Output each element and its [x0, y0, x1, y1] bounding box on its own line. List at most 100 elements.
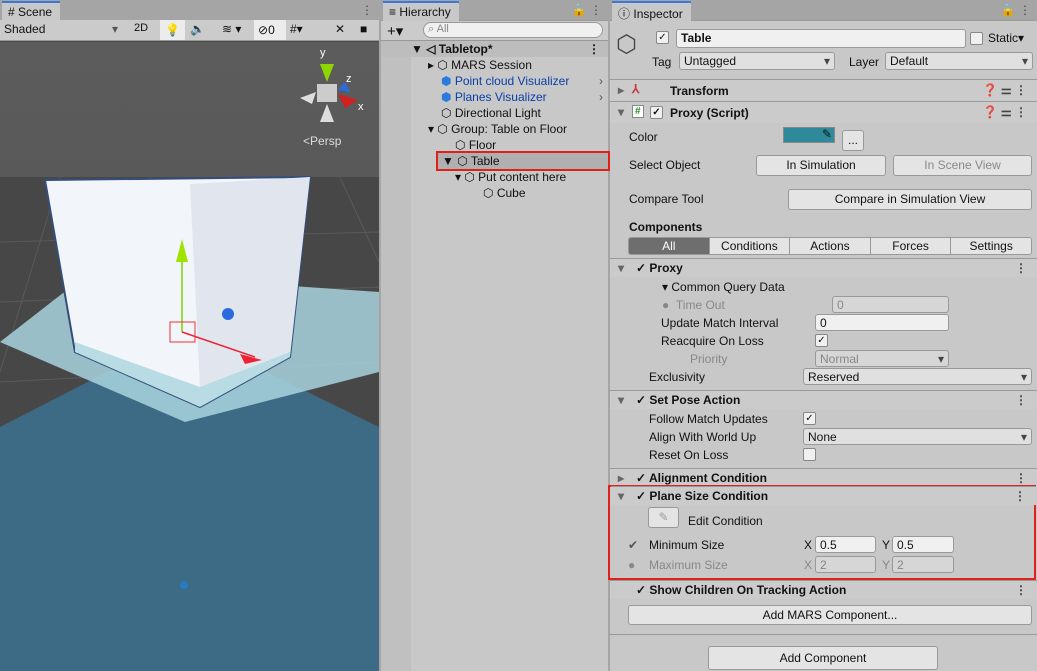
update-interval-label: Update Match Interval	[661, 316, 778, 330]
scene-viewport[interactable]: y z x <Persp	[0, 42, 379, 671]
add-button[interactable]: +▾	[387, 22, 403, 40]
max-size-dot-icon[interactable]: ●	[628, 558, 635, 572]
transform-icon: ⅄	[632, 82, 639, 96]
grid-snap-icon[interactable]: #▾	[290, 22, 303, 36]
filter-conditions[interactable]: Conditions	[709, 238, 790, 254]
lock-menu-icon[interactable]: 🔒 ⋮	[572, 3, 602, 17]
in-simulation-button[interactable]: In Simulation	[756, 155, 886, 176]
hidden-count: 0	[268, 23, 275, 37]
follow-label: Follow Match Updates	[649, 412, 768, 426]
set-pose-header[interactable]: ▾✓ Set Pose Action⋮	[610, 390, 1037, 409]
max-y-input[interactable]: 2	[892, 556, 954, 573]
transform-header[interactable]: ▸⅄Transform❓ ⚌ ⋮	[610, 79, 1037, 101]
tab-inspector[interactable]: ⓘ Inspector	[612, 1, 691, 21]
visibility-toggle[interactable]: ⊘0	[254, 20, 286, 40]
add-mars-component-button[interactable]: Add MARS Component...	[628, 605, 1032, 625]
max-x-input[interactable]: 2	[815, 556, 876, 573]
info-icon: ⓘ	[618, 7, 630, 21]
max-size-label: Maximum Size	[649, 558, 728, 572]
inspector-panel: ⓘ Inspector 🔒 ⋮ ⬡ ✓ Table Static▾ Tag Un…	[610, 0, 1037, 671]
filter-settings[interactable]: Settings	[950, 238, 1031, 254]
compare-tool-label: Compare Tool	[629, 192, 703, 206]
svg-text:x: x	[358, 101, 364, 113]
static-dropdown[interactable]: Static▾	[988, 31, 1024, 45]
proxy-section-header[interactable]: ▾✓ Proxy⋮	[610, 258, 1037, 277]
priority-dropdown[interactable]: Normal	[815, 350, 949, 367]
align-dropdown[interactable]: None	[803, 428, 1032, 445]
min-x-input[interactable]: 0.5	[815, 536, 876, 553]
eyedropper-icon[interactable]: ✎	[822, 127, 832, 141]
script-icon: #	[632, 105, 644, 118]
component-filter-tabs: All Conditions Actions Forces Settings	[628, 237, 1032, 255]
z-axis-handle[interactable]	[222, 308, 234, 320]
lighting-icon[interactable]: 💡	[160, 20, 185, 40]
align-label: Align With World Up	[649, 430, 756, 444]
list-item-selected[interactable]: ▼ ⬡ Table	[438, 153, 608, 169]
tag-label: Tag	[652, 55, 671, 69]
list-item[interactable]: ▾ ⬡ Group: Table on Floor	[381, 121, 608, 137]
eye-hidden-icon: ⊘	[258, 23, 268, 37]
select-object-label: Select Object	[629, 158, 700, 172]
active-checkbox[interactable]: ✓	[656, 31, 669, 44]
list-item[interactable]: ⬢ Planes Visualizer›	[381, 89, 608, 105]
list-item[interactable]: ▸ ⬡ MARS Session	[381, 57, 608, 73]
exclusivity-dropdown[interactable]: Reserved	[803, 368, 1032, 385]
camera-icon[interactable]: ■	[360, 22, 367, 36]
effects-icon[interactable]: ≋ ▾	[222, 22, 241, 36]
color-more-button[interactable]: ...	[842, 130, 864, 151]
tab-label: Inspector	[633, 7, 682, 21]
filter-all[interactable]: All	[629, 238, 709, 254]
min-size-label: Minimum Size	[649, 538, 724, 552]
list-item[interactable]: ⬡ Directional Light	[381, 105, 608, 121]
reacquire-checkbox[interactable]: ✓	[815, 334, 828, 347]
more-icon[interactable]: ⋮	[361, 3, 373, 17]
tools-icon[interactable]: ✕	[335, 22, 345, 36]
time-out-input[interactable]: 0	[832, 296, 949, 313]
follow-checkbox[interactable]: ✓	[803, 412, 816, 425]
x-label: X	[804, 558, 812, 572]
add-component-button[interactable]: Add Component	[708, 646, 938, 670]
tag-dropdown[interactable]: Untagged	[679, 52, 835, 70]
layer-dropdown[interactable]: Default	[885, 52, 1033, 70]
reset-label: Reset On Loss	[649, 448, 728, 462]
tab-scene[interactable]: # Scene	[2, 1, 60, 21]
compare-button[interactable]: Compare in Simulation View	[788, 189, 1032, 210]
filter-actions[interactable]: Actions	[789, 238, 870, 254]
tab-hierarchy[interactable]: ≡ Hierarchy	[383, 1, 459, 21]
search-input[interactable]: ⌕ All	[423, 22, 603, 38]
edit-condition-label: Edit Condition	[688, 514, 763, 528]
tab-label: Hierarchy	[399, 5, 450, 19]
edit-condition-button[interactable]: ✎	[648, 507, 679, 528]
scene-root-item[interactable]: ▼ ◁ Tabletop*⋮	[381, 41, 608, 57]
gameobject-icon[interactable]: ⬡	[616, 30, 637, 59]
proxy-header[interactable]: ▾#✓Proxy (Script)❓ ⚌ ⋮	[610, 101, 1037, 123]
reset-checkbox[interactable]	[803, 448, 816, 461]
toggle-2d-button[interactable]: 2D	[128, 22, 154, 34]
list-item[interactable]: ⬢ Point cloud Visualizer›	[381, 73, 608, 89]
common-query-foldout[interactable]: ▾ Common Query Data	[662, 280, 785, 294]
min-y-input[interactable]: 0.5	[892, 536, 954, 553]
list-icon: ≡	[389, 5, 396, 19]
persp-label[interactable]: <Persp	[303, 134, 342, 148]
static-checkbox[interactable]	[970, 32, 983, 45]
list-item[interactable]: ⬡ Floor	[381, 137, 608, 153]
audio-icon[interactable]: 🔈	[190, 22, 205, 36]
grid-icon: #	[8, 5, 15, 19]
min-size-check-icon[interactable]: ✔	[628, 538, 638, 552]
show-children-header[interactable]: ✓ Show Children On Tracking Action⋮	[610, 580, 1037, 599]
filter-forces[interactable]: Forces	[870, 238, 951, 254]
reacquire-label: Reacquire On Loss	[661, 334, 764, 348]
tab-label: Scene	[18, 5, 52, 19]
in-scene-view-button[interactable]: In Scene View	[893, 155, 1032, 176]
plane-size-header[interactable]: ▾✓ Plane Size Condition⋮	[611, 486, 1036, 505]
lock-menu-icon[interactable]: 🔒 ⋮	[1001, 3, 1031, 17]
hierarchy-panel: ≡ Hierarchy 🔒 ⋮ +▾ ⌕ All ▼ ◁ Tabletop*⋮ …	[381, 0, 608, 671]
list-item[interactable]: ▾ ⬡ Put content here	[381, 169, 608, 185]
priority-label: Priority	[690, 352, 727, 366]
shading-dropdown[interactable]: Shaded▾	[4, 22, 120, 36]
update-interval-input[interactable]: 0	[815, 314, 949, 331]
scene-tabbar: # Scene ⋮	[0, 0, 379, 21]
name-input[interactable]: Table	[676, 29, 966, 48]
inspector-tabbar: ⓘ Inspector 🔒 ⋮	[610, 0, 1037, 21]
list-item[interactable]: ⬡ Cube	[381, 185, 608, 201]
